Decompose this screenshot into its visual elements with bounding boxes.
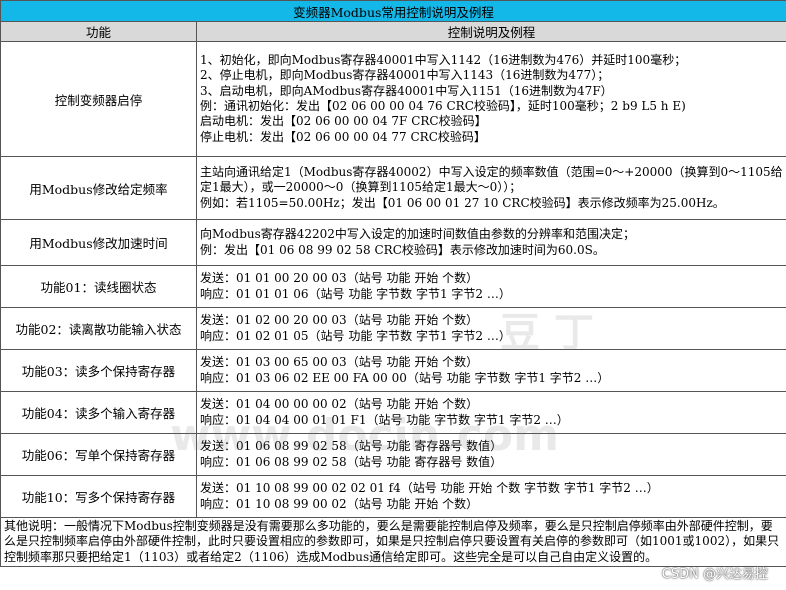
desc-line: 响应：01 06 08 99 02 58（站号 功能 寄存器号 数值） (200, 454, 503, 469)
row-function: 控制变频器启停 (0, 41, 197, 157)
desc-line: 主站向通讯给定1（Modbus寄存器40002）中写入设定的频率数值（范围=0～… (200, 165, 783, 195)
row-function: 功能04：读多个输入寄存器 (0, 391, 197, 434)
table-row: 功能03：读多个保持寄存器 发送：01 03 00 65 00 03（站号 功能… (0, 349, 786, 392)
desc-line: 响应：01 04 04 00 01 01 F1（站号 功能 字节数 字节1 字节… (200, 412, 569, 427)
csdn-credit: CSDN @兴达易控 (661, 567, 768, 582)
header-description: 控制说明及例程 (195, 21, 786, 42)
row-description: 1、初始化，即向Modbus寄存器40001中写入1142（16进制数为476）… (195, 41, 786, 157)
desc-line: 响应：01 02 01 05（站号 功能 字节数 字节1 字节2 …） (200, 328, 511, 343)
desc-line: 响应：01 03 06 02 EE 00 FA 00 00（站号 功能 字节数 … (200, 370, 610, 385)
desc-line: 3、启动电机，即向AModbus寄存器40001中写入1151（16进制数为47… (200, 83, 613, 98)
desc-line: 发送：01 06 08 99 02 58（站号 功能 寄存器号 数值） (200, 439, 503, 454)
desc-line: 例如：若1105=50.00Hz；发出【01 06 00 01 27 10 CR… (200, 195, 725, 210)
desc-line: 例：通讯初始化：发出【02 06 00 00 04 76 CRC校验码】，延时1… (200, 99, 686, 113)
row-description: 发送：01 03 00 65 00 03（站号 功能 开始 个数） 响应：01 … (195, 349, 786, 392)
title-row: 变频器Modbus常用控制说明及例程 (0, 0, 786, 22)
row-description: 发送：01 10 08 99 00 02 02 01 f4（站号 功能 开始 个… (195, 475, 786, 518)
row-function: 功能10：写多个保持寄存器 (0, 475, 197, 518)
desc-line: 向Modbus寄存器42202中写入设定的加速时间数值由参数的分辨率和范围决定； (200, 227, 635, 242)
desc-line: 1、初始化，即向Modbus寄存器40001中写入1142（16进制数为476）… (200, 53, 687, 68)
row-function: 用Modbus修改加速时间 (0, 219, 197, 266)
note-text: 其他说明：一般情况下Modbus控制变频器是没有需要那么多功能的，要么是需要能控… (0, 517, 786, 567)
row-description: 向Modbus寄存器42202中写入设定的加速时间数值由参数的分辨率和范围决定；… (195, 219, 786, 266)
desc-line: 响应：01 01 01 06（站号 功能 字节数 字节1 字节2 …） (200, 286, 511, 301)
table-row: 功能02：读离散功能输入状态 发送：01 02 00 20 00 03（站号 功… (0, 307, 786, 350)
table-row: 功能10：写多个保持寄存器 发送：01 10 08 99 00 02 02 01… (0, 475, 786, 518)
table-row: 用Modbus修改给定频率 主站向通讯给定1（Modbus寄存器40002）中写… (0, 156, 786, 220)
desc-line: 发送：01 04 00 00 00 02（站号 功能 开始 个数） (200, 397, 479, 412)
table-row: 功能01：读线圈状态 发送：01 01 00 20 00 03（站号 功能 开始… (0, 265, 786, 308)
header-function: 功能 (0, 21, 197, 42)
desc-line: 发送：01 01 00 20 00 03（站号 功能 开始 个数） (200, 271, 479, 286)
desc-line: 发送：01 10 08 99 00 02 02 01 f4（站号 功能 开始 个… (200, 481, 659, 496)
desc-line: 停止电机：发出【02 06 00 00 04 77 CRC校验码】 (200, 129, 486, 144)
row-function: 用Modbus修改给定频率 (0, 156, 197, 220)
row-description: 主站向通讯给定1（Modbus寄存器40002）中写入设定的频率数值（范围=0～… (195, 156, 786, 220)
table-row: 用Modbus修改加速时间 向Modbus寄存器42202中写入设定的加速时间数… (0, 219, 786, 266)
desc-line: 2、停止电机，即向Modbus寄存器40001中写入1143（16进制数为477… (200, 68, 610, 83)
row-function: 功能06：写单个保持寄存器 (0, 433, 197, 476)
row-description: 发送：01 02 00 20 00 03（站号 功能 开始 个数） 响应：01 … (195, 307, 786, 350)
table-row: 功能04：读多个输入寄存器 发送：01 04 00 00 00 02（站号 功能… (0, 391, 786, 434)
row-function: 功能03：读多个保持寄存器 (0, 349, 197, 392)
desc-line: 启动电机：发出【02 06 00 00 04 7F CRC校验码】 (200, 114, 487, 129)
desc-line: 例：发出【01 06 08 99 02 58 CRC校验码】表示修改加速时间为6… (200, 242, 605, 257)
desc-line: 响应：01 10 08 99 00 02（站号 功能 开始 个数） (200, 496, 479, 511)
table-row: 功能06：写单个保持寄存器 发送：01 06 08 99 02 58（站号 功能… (0, 433, 786, 476)
row-function: 功能02：读离散功能输入状态 (0, 307, 197, 350)
table-row: 控制变频器启停 1、初始化，即向Modbus寄存器40001中写入1142（16… (0, 41, 786, 157)
row-description: 发送：01 01 00 20 00 03（站号 功能 开始 个数） 响应：01 … (195, 265, 786, 308)
row-description: 发送：01 04 00 00 00 02（站号 功能 开始 个数） 响应：01 … (195, 391, 786, 434)
table-title: 变频器Modbus常用控制说明及例程 (0, 0, 786, 22)
row-function: 功能01：读线圈状态 (0, 265, 197, 308)
desc-line: 发送：01 02 00 20 00 03（站号 功能 开始 个数） (200, 313, 479, 328)
header-row: 功能 控制说明及例程 (0, 21, 786, 42)
note-row: 其他说明：一般情况下Modbus控制变频器是没有需要那么多功能的，要么是需要能控… (0, 517, 786, 567)
desc-line: 发送：01 03 00 65 00 03（站号 功能 开始 个数） (200, 355, 479, 370)
modbus-control-table: 变频器Modbus常用控制说明及例程 功能 控制说明及例程 控制变频器启停 1、… (0, 0, 786, 567)
row-description: 发送：01 06 08 99 02 58（站号 功能 寄存器号 数值） 响应：0… (195, 433, 786, 476)
